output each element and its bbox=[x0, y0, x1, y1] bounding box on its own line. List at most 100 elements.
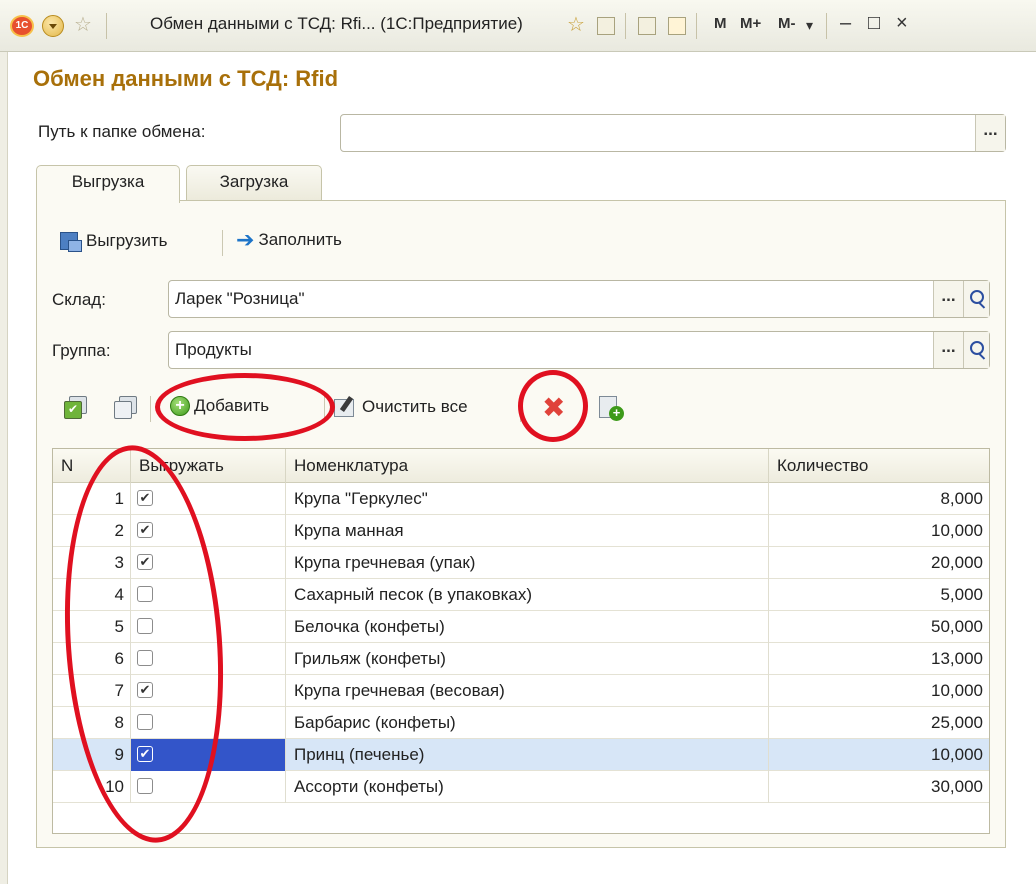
warehouse-choose-button[interactable]: ... bbox=[933, 281, 963, 317]
export-checkbox[interactable]: ✔ bbox=[137, 682, 153, 698]
fill-arrow-icon: ➔ bbox=[236, 227, 255, 252]
group-value: Продукты bbox=[175, 340, 252, 359]
column-header-export[interactable]: Выгружать bbox=[131, 449, 286, 483]
item-quantity: 13,000 bbox=[931, 649, 983, 668]
export-button[interactable]: Выгрузить bbox=[58, 230, 167, 252]
titlebar-separator bbox=[826, 13, 827, 39]
table-row[interactable]: 5 Белочка (конфеты) 50,000 bbox=[53, 611, 989, 643]
main-menu-icon[interactable] bbox=[42, 15, 64, 37]
maximize-icon[interactable]: □ bbox=[868, 12, 880, 35]
row-number: 7 bbox=[53, 675, 131, 707]
goods-table[interactable]: N Выгружать Номенклатура Количество 1 ✔ … bbox=[52, 448, 990, 834]
item-name: Белочка (конфеты) bbox=[286, 611, 769, 643]
fill-button[interactable]: ➔ Заполнить bbox=[236, 227, 342, 252]
warehouse-value: Ларек "Розница" bbox=[175, 289, 305, 308]
item-quantity: 10,000 bbox=[931, 745, 983, 764]
export-cell bbox=[131, 707, 286, 739]
uncheck-all-icon[interactable] bbox=[114, 396, 137, 419]
calculator-icon[interactable] bbox=[638, 17, 656, 35]
table-row[interactable]: 6 Грильяж (конфеты) 13,000 bbox=[53, 643, 989, 675]
export-cell bbox=[131, 771, 286, 803]
dropdown-arrow-icon[interactable]: ▾ bbox=[806, 17, 813, 34]
1c-logo-icon[interactable]: 1С bbox=[10, 15, 34, 37]
export-checkbox[interactable]: ✔ bbox=[137, 522, 153, 538]
check-all-icon[interactable] bbox=[64, 396, 87, 419]
clear-all-button[interactable]: Очистить все bbox=[332, 396, 468, 418]
add-favorite-star-icon[interactable]: ☆ bbox=[567, 14, 585, 36]
export-button-label: Выгрузить bbox=[86, 231, 168, 250]
item-quantity: 30,000 bbox=[931, 777, 983, 796]
export-checkbox[interactable] bbox=[137, 618, 153, 634]
window-title: Обмен данными с ТСД: Rfi... (1С:Предприя… bbox=[150, 14, 523, 33]
export-checkbox[interactable]: ✔ bbox=[137, 554, 153, 570]
export-checkbox[interactable]: ✔ bbox=[137, 490, 153, 506]
favorites-star-icon[interactable]: ☆ bbox=[74, 14, 92, 36]
export-cell: ✔ bbox=[131, 547, 286, 579]
item-quantity: 10,000 bbox=[931, 681, 983, 700]
minimize-icon[interactable]: – bbox=[840, 12, 851, 35]
close-icon[interactable]: × bbox=[896, 12, 908, 35]
export-cell: ✔ bbox=[131, 483, 286, 515]
add-circle-icon: + bbox=[170, 396, 190, 416]
table-header: N Выгружать Номенклатура Количество bbox=[53, 449, 989, 483]
add-button-label: Добавить bbox=[194, 396, 270, 415]
row-number: 6 bbox=[53, 643, 131, 675]
choose-folder-button[interactable]: ... bbox=[975, 115, 1005, 151]
item-quantity: 25,000 bbox=[931, 713, 983, 732]
column-header-item[interactable]: Номенклатура bbox=[286, 449, 769, 483]
toolbar-separator bbox=[324, 396, 325, 422]
copy-row-icon[interactable] bbox=[597, 396, 625, 422]
item-name: Барбарис (конфеты) bbox=[286, 707, 769, 739]
group-open-icon[interactable] bbox=[963, 332, 989, 368]
column-header-quantity[interactable]: Количество bbox=[769, 449, 989, 483]
fill-button-label: Заполнить bbox=[258, 230, 342, 249]
item-quantity: 10,000 bbox=[931, 521, 983, 540]
memory-m-button[interactable]: M bbox=[714, 15, 727, 32]
table-row[interactable]: 8 Барбарис (конфеты) 25,000 bbox=[53, 707, 989, 739]
row-number: 1 bbox=[53, 483, 131, 515]
memory-plus-button[interactable]: M+ bbox=[740, 15, 761, 32]
export-checkbox[interactable]: ✔ bbox=[137, 746, 153, 762]
export-cell: ✔ bbox=[131, 515, 286, 547]
calendar-icon[interactable] bbox=[668, 17, 686, 35]
export-checkbox[interactable] bbox=[137, 650, 153, 666]
clear-all-label: Очистить все bbox=[362, 397, 468, 416]
table-row[interactable]: 10 Ассорти (конфеты) 30,000 bbox=[53, 771, 989, 803]
link-icon[interactable] bbox=[597, 17, 615, 35]
exchange-folder-field[interactable]: ... bbox=[340, 114, 1006, 152]
add-button[interactable]: + Добавить bbox=[170, 396, 269, 416]
export-checkbox[interactable] bbox=[137, 586, 153, 602]
table-row[interactable]: 2 ✔ Крупа манная 10,000 bbox=[53, 515, 989, 547]
row-number: 4 bbox=[53, 579, 131, 611]
group-field[interactable]: Продукты ... bbox=[168, 331, 990, 369]
titlebar-separator bbox=[106, 13, 107, 39]
table-row[interactable]: 3 ✔ Крупа гречневая (упак) 20,000 bbox=[53, 547, 989, 579]
delete-row-icon[interactable]: ✖ bbox=[542, 394, 565, 422]
warehouse-field[interactable]: Ларек "Розница" ... bbox=[168, 280, 990, 318]
table-row-selected[interactable]: 9 ✔ Принц (печенье) 10,000 bbox=[53, 739, 989, 771]
row-number: 10 bbox=[53, 771, 131, 803]
table-row[interactable]: 1 ✔ Крупа "Геркулес" 8,000 bbox=[53, 483, 989, 515]
tab-export[interactable]: Выгрузка bbox=[36, 165, 180, 203]
warehouse-open-icon[interactable] bbox=[963, 281, 989, 317]
table-row[interactable]: 4 Сахарный песок (в упаковках) 5,000 bbox=[53, 579, 989, 611]
item-name: Крупа гречневая (упак) bbox=[286, 547, 769, 579]
exchange-folder-label: Путь к папке обмена: bbox=[38, 122, 206, 141]
toolbar-separator bbox=[150, 396, 151, 422]
item-name: Сахарный песок (в упаковках) bbox=[286, 579, 769, 611]
item-name: Крупа манная bbox=[286, 515, 769, 547]
row-number: 9 bbox=[53, 739, 131, 771]
table-row[interactable]: 7 ✔ Крупа гречневая (весовая) 10,000 bbox=[53, 675, 989, 707]
memory-minus-button[interactable]: M- bbox=[778, 15, 796, 32]
export-checkbox[interactable] bbox=[137, 714, 153, 730]
window-titlebar: 1С ☆ Обмен данными с ТСД: Rfi... (1С:Пре… bbox=[0, 0, 1036, 52]
export-cell bbox=[131, 643, 286, 675]
tab-import[interactable]: Загрузка bbox=[186, 165, 322, 201]
export-checkbox[interactable] bbox=[137, 778, 153, 794]
column-header-n[interactable]: N bbox=[53, 449, 131, 483]
group-choose-button[interactable]: ... bbox=[933, 332, 963, 368]
item-name: Грильяж (конфеты) bbox=[286, 643, 769, 675]
export-cell: ✔ bbox=[131, 739, 286, 771]
group-label: Группа: bbox=[52, 341, 111, 360]
clear-eraser-icon bbox=[332, 396, 358, 418]
